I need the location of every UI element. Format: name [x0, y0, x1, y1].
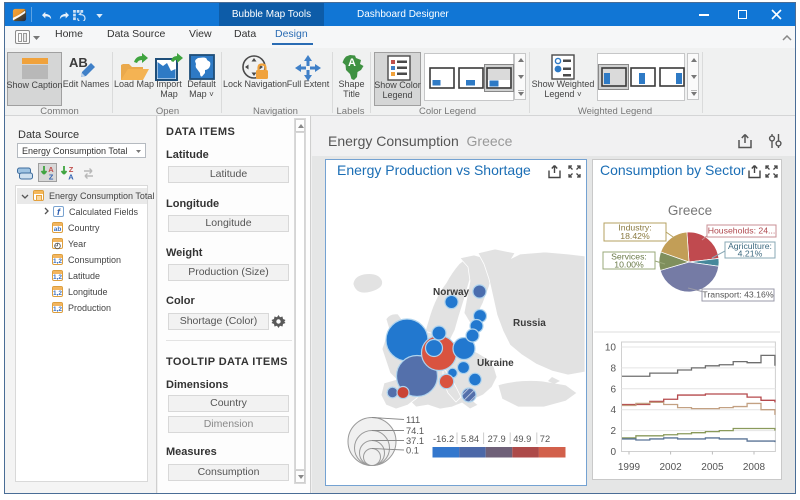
svg-text:72: 72 — [540, 434, 550, 444]
svg-text:2005: 2005 — [701, 462, 724, 473]
svg-text:37.1: 37.1 — [406, 436, 424, 446]
svg-text:A: A — [68, 173, 74, 181]
svg-text:Z: Z — [49, 173, 54, 181]
svg-text:Norway: Norway — [433, 287, 470, 298]
svg-text:A: A — [348, 57, 356, 69]
svg-text:2: 2 — [610, 426, 616, 437]
svg-text:2002: 2002 — [659, 462, 682, 473]
svg-text:2008: 2008 — [743, 462, 766, 473]
svg-text:Ukraine: Ukraine — [477, 358, 514, 369]
svg-text:-16.2: -16.2 — [433, 434, 454, 444]
svg-text:18.42%: 18.42% — [620, 231, 650, 241]
svg-text:0: 0 — [610, 447, 616, 458]
svg-text:6: 6 — [610, 384, 616, 395]
svg-text:10: 10 — [605, 343, 617, 354]
svg-text:27.9: 27.9 — [488, 434, 506, 444]
svg-text:8: 8 — [610, 363, 616, 374]
svg-text:4: 4 — [610, 405, 616, 416]
svg-text:49.9: 49.9 — [513, 434, 531, 444]
svg-text:Households: 24...: Households: 24... — [708, 226, 776, 236]
svg-text:Russia: Russia — [513, 318, 546, 329]
svg-text:Greece: Greece — [668, 203, 712, 218]
svg-text:Transport: 43.16%: Transport: 43.16% — [702, 290, 773, 300]
svg-text:4.21%: 4.21% — [738, 249, 763, 259]
svg-text:5.84: 5.84 — [461, 434, 479, 444]
svg-text:111: 111 — [406, 415, 420, 425]
svg-text:1999: 1999 — [618, 462, 641, 473]
svg-text:10.00%: 10.00% — [614, 260, 644, 270]
svg-text:74.1: 74.1 — [406, 426, 424, 436]
svg-text:0.1: 0.1 — [406, 446, 419, 456]
